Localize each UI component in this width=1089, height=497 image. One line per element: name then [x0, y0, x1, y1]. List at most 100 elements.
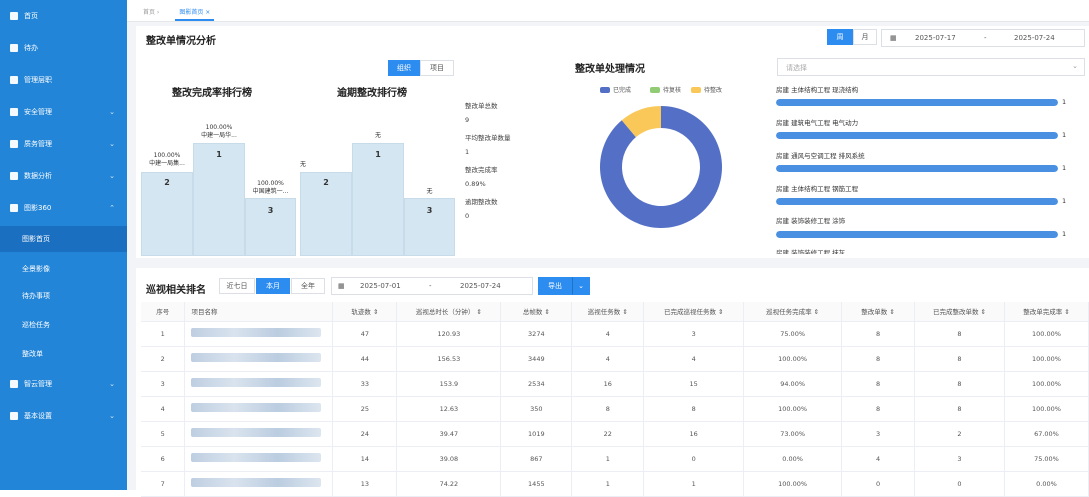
- table-row[interactable]: 6 14 39.08 867 1 0 0.00% 4 3 75.00%: [141, 446, 1089, 472]
- category-progress: [776, 132, 1058, 139]
- col-header[interactable]: 已完成巡视任务数 ⇕: [643, 302, 745, 322]
- sidebar-item-image360[interactable]: 图影360 ⌃: [0, 195, 127, 221]
- sidebar-item-label: 首页: [24, 12, 38, 20]
- project-name-cell: [184, 421, 334, 447]
- table-cell: 4: [841, 446, 916, 472]
- col-header[interactable]: 轨迹数 ⇕: [332, 302, 398, 322]
- tab-home[interactable]: 首页 ›: [139, 7, 163, 21]
- table-cell: 4: [571, 346, 645, 372]
- seg-org-button[interactable]: 组织: [388, 60, 420, 76]
- table-row[interactable]: 5 24 39.47 1019 22 16 73.00% 3 2 67.00%: [141, 421, 1089, 447]
- col-header[interactable]: 总帧数 ⇕: [500, 302, 573, 322]
- table-row[interactable]: 4 25 12.63 350 8 8 100.00% 8 8 100.00%: [141, 396, 1089, 422]
- legend-label: 已完成: [613, 87, 632, 94]
- redacted-project-name: [191, 378, 322, 387]
- rank1-rank: 3: [267, 206, 274, 215]
- export-button[interactable]: 导出: [538, 277, 572, 295]
- table-cell: 100.00%: [1004, 371, 1089, 397]
- table-cell: 8: [841, 346, 916, 372]
- col-header[interactable]: 整改单数 ⇕: [841, 302, 916, 322]
- sidebar-item-label: 整改单: [22, 350, 43, 358]
- sidebar-item-quality[interactable]: 质务管理 ⌄: [0, 131, 127, 157]
- table-cell: 39.47: [396, 421, 502, 447]
- tab-image-home[interactable]: 图影首页 ×: [175, 7, 215, 21]
- sidebar-item-home[interactable]: 首页: [0, 3, 127, 29]
- table-row[interactable]: 2 44 156.53 3449 4 4 100.00% 8 8 100.00%: [141, 346, 1089, 372]
- table-row[interactable]: 1 47 120.93 3274 4 3 75.00% 8 8 100.00%: [141, 321, 1089, 347]
- date-end: 2025-07-24: [460, 282, 501, 290]
- category-label: 房建 装饰装修工程 涂饰: [776, 217, 846, 225]
- table-cell: 1: [571, 471, 645, 497]
- col-header[interactable]: 整改单完成率 ⇕: [1004, 302, 1089, 322]
- rank1-bar-label: 100.00% 中建一局集...: [141, 152, 193, 168]
- doc-icon: [10, 204, 18, 212]
- redacted-project-name: [191, 478, 322, 487]
- progress-fill: [776, 99, 1058, 106]
- toggle-week-button[interactable]: 周: [827, 29, 853, 45]
- sidebar-item-image-home[interactable]: 图影首页: [0, 226, 127, 252]
- col-header: 项目名称: [184, 302, 334, 322]
- range-month-button[interactable]: 本月: [256, 278, 290, 294]
- sidebar-item-todo[interactable]: 待办: [0, 35, 127, 61]
- rank2-rank: 3: [426, 206, 433, 215]
- sidebar: 首页 待办 管理层职 安全管理 ⌄ 质务管理 ⌄ 数据分析 ⌄ 图影360 ⌃ 图影首页…: [0, 0, 127, 490]
- sidebar-item-label: 智云管理: [24, 380, 52, 388]
- export-dropdown[interactable]: ⌄: [572, 277, 590, 295]
- sidebar-item-settings[interactable]: 基本设置 ⌄: [0, 403, 127, 429]
- range-year-button[interactable]: 全年: [291, 278, 325, 294]
- stat-label: 整改完成率: [465, 166, 498, 174]
- sidebar-item-label: 质务管理: [24, 140, 52, 148]
- sidebar-item-inspection[interactable]: 巡检任务: [0, 312, 127, 338]
- rank2-bar-label: 无: [426, 188, 433, 195]
- table-cell: 100.00%: [1004, 321, 1089, 347]
- sidebar-item-safety[interactable]: 安全管理 ⌄: [0, 99, 127, 125]
- donut-chart: [600, 106, 722, 228]
- table-cell: 7: [141, 471, 186, 497]
- sidebar-item-rectification[interactable]: 整改单: [0, 341, 127, 367]
- col-header[interactable]: 巡视任务完成率 ⇕: [743, 302, 843, 322]
- category-select[interactable]: 请选择 ⌄: [777, 58, 1085, 76]
- table-cell: 156.53: [396, 346, 502, 372]
- todo-icon: [10, 44, 18, 52]
- sidebar-item-data[interactable]: 数据分析 ⌄: [0, 163, 127, 189]
- summary-date-range[interactable]: ▦ 2025-07-17 - 2025-07-24: [881, 29, 1085, 47]
- donut-segment-completed[interactable]: [600, 106, 722, 228]
- col-header[interactable]: 巡视总时长（分钟） ⇕: [396, 302, 502, 322]
- sidebar-item-label: 待办: [24, 44, 38, 52]
- sidebar-item-todo-items[interactable]: 待办事项: [0, 283, 127, 309]
- table-cell: 24: [332, 421, 398, 447]
- table-cell: 8: [571, 396, 645, 422]
- patrol-date-range[interactable]: ▦ 2025-07-01 - 2025-07-24: [331, 277, 533, 295]
- legend-review[interactable]: 待复核: [650, 85, 681, 94]
- table-cell: 8: [914, 396, 1005, 422]
- rank1-bar-label: 100.00% 中国建筑一...: [245, 180, 296, 196]
- toggle-month-button[interactable]: 月: [853, 29, 877, 45]
- rank2-bar-label: 无: [374, 132, 381, 139]
- cloud-icon: [10, 380, 18, 388]
- table-row[interactable]: 3 33 153.9 2534 16 15 94.00% 8 8 100.00%: [141, 371, 1089, 397]
- col-header[interactable]: 巡视任务数 ⇕: [571, 302, 645, 322]
- safety-icon: [10, 108, 18, 116]
- table-row[interactable]: 7 13 74.22 1455 1 1 100.00% 0 0 0.00%: [141, 471, 1089, 497]
- settings-icon: [10, 412, 18, 420]
- chevron-down-icon: ⌄: [109, 380, 115, 388]
- sidebar-item-org[interactable]: 管理层职: [0, 67, 127, 93]
- category-progress: [776, 165, 1058, 172]
- stat-value: 0.89%: [465, 180, 486, 188]
- range-7days-button[interactable]: 近七日: [219, 278, 255, 294]
- table-cell: 867: [500, 446, 573, 472]
- redacted-project-name: [191, 403, 322, 412]
- col-header[interactable]: 已完成整改单数 ⇕: [914, 302, 1005, 322]
- category-progress: [776, 99, 1058, 106]
- rank1-title: 整改完成率排行榜: [172, 88, 252, 99]
- table-cell: 1019: [500, 421, 573, 447]
- sidebar-item-cloud[interactable]: 智云管理 ⌄: [0, 371, 127, 397]
- category-label: 房建 主体结构工程 钢筋工程: [776, 185, 859, 193]
- sidebar-item-panorama[interactable]: 全景影像: [0, 256, 127, 282]
- rank1-bar-label: 100.00% 中建一局华...: [193, 124, 245, 140]
- legend-pending[interactable]: 待整改: [691, 85, 722, 94]
- chevron-down-icon: ⌄: [109, 172, 115, 180]
- legend-completed[interactable]: 已完成: [600, 85, 631, 94]
- table-cell: 44: [332, 346, 398, 372]
- seg-project-button[interactable]: 项目: [420, 60, 454, 76]
